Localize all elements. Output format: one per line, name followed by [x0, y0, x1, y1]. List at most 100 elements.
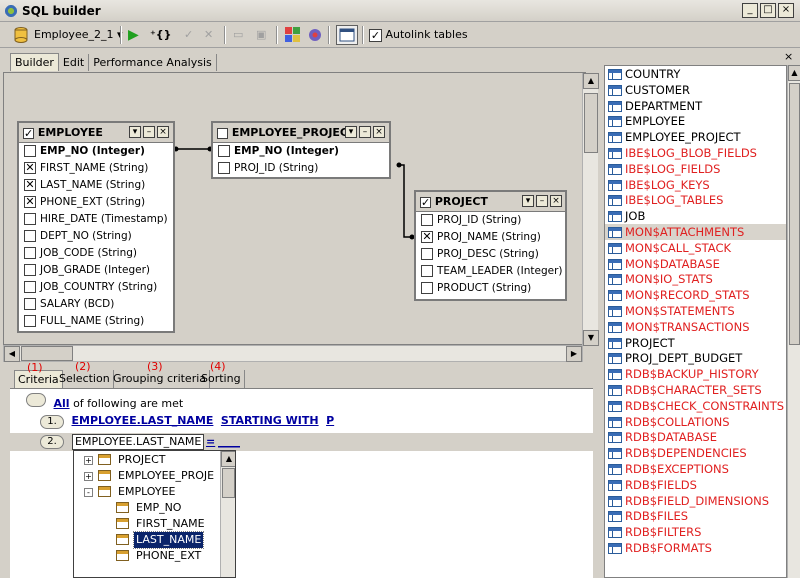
- table-field-row[interactable]: JOB_COUNTRY (String): [19, 279, 173, 296]
- layout-toggle-icon[interactable]: [336, 25, 358, 45]
- field-checkbox[interactable]: ✕: [421, 231, 433, 243]
- table-list-item[interactable]: RDB$FIELDS: [605, 477, 786, 493]
- scroll-up-icon[interactable]: ▲: [221, 451, 235, 467]
- scroll-up-icon[interactable]: ▲: [788, 65, 800, 81]
- field-checkbox[interactable]: [24, 213, 36, 225]
- braces-icon[interactable]: ⁺{}: [150, 25, 171, 45]
- close-icon[interactable]: ×: [373, 126, 385, 138]
- table-list-item[interactable]: RDB$CHARACTER_SETS: [605, 382, 786, 398]
- table-list-item[interactable]: MON$IO_STATS: [605, 271, 786, 287]
- table-field-row[interactable]: ✕ FIRST_NAME (String): [19, 160, 173, 177]
- check-icon[interactable]: ✓: [184, 25, 193, 45]
- scroll-right-icon[interactable]: ▶: [566, 346, 582, 362]
- field-checkbox[interactable]: [24, 315, 36, 327]
- table-list-item[interactable]: MON$TRANSACTIONS: [605, 319, 786, 335]
- field-checkbox[interactable]: [24, 281, 36, 293]
- condition-value-link[interactable]: P: [326, 414, 334, 427]
- table-list-item[interactable]: IBE$LOG_BLOB_FIELDS: [605, 145, 786, 161]
- table-project-checkbox[interactable]: ✓: [420, 196, 431, 208]
- expand-icon[interactable]: +: [84, 456, 93, 465]
- table-list-item[interactable]: PROJECT: [605, 335, 786, 351]
- tree-scrollbar[interactable]: ▲: [220, 451, 235, 577]
- table-list-item[interactable]: MON$ATTACHMENTS: [605, 223, 786, 240]
- all-link[interactable]: All: [54, 397, 70, 410]
- field-checkbox[interactable]: [24, 145, 36, 157]
- maximize-button[interactable]: □: [760, 3, 776, 18]
- condition-number[interactable]: 1.: [40, 415, 64, 429]
- close-icon[interactable]: ×: [157, 126, 169, 138]
- table-employee-checkbox[interactable]: ✓: [23, 127, 34, 139]
- field-checkbox[interactable]: [421, 214, 433, 226]
- table-list-item[interactable]: RDB$EXCEPTIONS: [605, 461, 786, 477]
- database-select[interactable]: Employee_2_1 ▾: [34, 25, 123, 45]
- field-checkbox[interactable]: [24, 247, 36, 259]
- minimize-icon[interactable]: –: [143, 126, 155, 138]
- tab-grouping-criteria[interactable]: (3) Grouping criteria: [110, 360, 211, 388]
- grid-icon[interactable]: [285, 25, 301, 45]
- table-list-item[interactable]: RDB$DEPENDENCIES: [605, 445, 786, 461]
- table-list-item[interactable]: RDB$CHECK_CONSTRAINTS: [605, 398, 786, 414]
- tree-node[interactable]: PHONE_EXT: [74, 548, 235, 564]
- table-project[interactable]: ✓ PROJECT ▾ – × PROJ_ID (String) ✕ PROJ_NA…: [414, 190, 567, 301]
- table-list-item[interactable]: IBE$LOG_KEYS: [605, 177, 786, 193]
- field-checkbox[interactable]: [218, 145, 230, 157]
- condition-operator-link[interactable]: =: [206, 435, 215, 448]
- table-field-row[interactable]: TEAM_LEADER (Integer): [416, 263, 565, 280]
- field-checkbox[interactable]: [421, 282, 433, 294]
- close-button[interactable]: ×: [778, 3, 794, 18]
- settings-icon[interactable]: [307, 25, 323, 45]
- table-list-item[interactable]: RDB$FIELD_DIMENSIONS: [605, 493, 786, 509]
- delete-icon[interactable]: ✕: [204, 25, 213, 45]
- table-field-row[interactable]: PROJ_ID (String): [416, 212, 565, 229]
- table-field-row[interactable]: JOB_CODE (String): [19, 245, 173, 262]
- table-list-item[interactable]: RDB$FILES: [605, 508, 786, 524]
- autolink-check-box[interactable]: ✓: [369, 28, 382, 42]
- tab-edit[interactable]: Edit: [59, 54, 90, 71]
- condition-field-link[interactable]: EMPLOYEE.LAST_NAME: [72, 414, 214, 427]
- condition-number[interactable]: 2.: [40, 435, 64, 449]
- field-checkbox[interactable]: [24, 230, 36, 242]
- field-checkbox[interactable]: [218, 162, 230, 174]
- condition-value-link[interactable]: ____: [218, 435, 240, 448]
- chevron-down-icon[interactable]: ▾: [345, 126, 357, 138]
- table-field-row[interactable]: SALARY (BCD): [19, 296, 173, 313]
- tree-node[interactable]: - EMPLOYEE: [74, 484, 235, 500]
- condition-field-input[interactable]: EMPLOYEE.LAST_NAME: [72, 434, 205, 450]
- table-list-item[interactable]: MON$STATEMENTS: [605, 303, 786, 319]
- table-list-item[interactable]: IBE$LOG_FIELDS: [605, 161, 786, 177]
- field-picker-tree[interactable]: + PROJECT + EMPLOYEE_PROJE - EMPLOYEE EMP_NO FI…: [73, 450, 236, 578]
- table-list-item[interactable]: DEPARTMENT: [605, 98, 786, 114]
- table-field-row[interactable]: ✕ LAST_NAME (String): [19, 177, 173, 194]
- table-field-row[interactable]: HIRE_DATE (Timestamp): [19, 211, 173, 228]
- table-list-scrollbar[interactable]: ▲: [787, 65, 800, 578]
- table-employee-project-checkbox[interactable]: [217, 127, 228, 139]
- tab-builder[interactable]: Builder: [10, 53, 59, 71]
- table-employee[interactable]: ✓ EMPLOYEE ▾ – × EMP_NO (Integer) ✕ FIRST_…: [17, 121, 175, 333]
- tree-node[interactable]: EMP_NO: [74, 500, 235, 516]
- table-field-row[interactable]: ✕ PROJ_NAME (String): [416, 229, 565, 246]
- table-field-row[interactable]: FULL_NAME (String): [19, 313, 173, 330]
- scroll-thumb[interactable]: [222, 468, 235, 498]
- table-field-row[interactable]: ✕ PHONE_EXT (String): [19, 194, 173, 211]
- table-field-row[interactable]: PROJ_ID (String): [213, 160, 389, 177]
- table-list[interactable]: COUNTRY CUSTOMER DEPARTMENT EMPLOYEE EMPLOYE…: [604, 65, 787, 578]
- table-field-row[interactable]: JOB_GRADE (Integer): [19, 262, 173, 279]
- table-list-item[interactable]: CUSTOMER: [605, 82, 786, 98]
- field-checkbox[interactable]: ✕: [24, 162, 36, 174]
- table-list-item[interactable]: EMPLOYEE: [605, 113, 786, 129]
- table-list-item[interactable]: EMPLOYEE_PROJECT: [605, 129, 786, 145]
- field-checkbox[interactable]: ✕: [24, 179, 36, 191]
- table-list-item[interactable]: IBE$LOG_TABLES: [605, 192, 786, 208]
- table-field-row[interactable]: PROJ_DESC (String): [416, 246, 565, 263]
- minimize-button[interactable]: _: [742, 3, 758, 18]
- table-list-item[interactable]: RDB$FORMATS: [605, 540, 786, 556]
- field-checkbox[interactable]: [421, 265, 433, 277]
- tree-node[interactable]: LAST_NAME: [74, 531, 235, 549]
- table-list-item[interactable]: RDB$COLLATIONS: [605, 414, 786, 430]
- table-list-item[interactable]: PROJ_DEPT_BUDGET: [605, 350, 786, 366]
- table-project-header[interactable]: ✓ PROJECT ▾ – ×: [416, 192, 565, 212]
- scroll-down-icon[interactable]: ▼: [583, 330, 599, 346]
- table-employee-header[interactable]: ✓ EMPLOYEE ▾ – ×: [19, 123, 173, 143]
- query-canvas[interactable]: ✓ EMPLOYEE ▾ – × EMP_NO (Integer) ✕ FIRST_…: [3, 72, 599, 346]
- scroll-up-icon[interactable]: ▲: [583, 73, 599, 89]
